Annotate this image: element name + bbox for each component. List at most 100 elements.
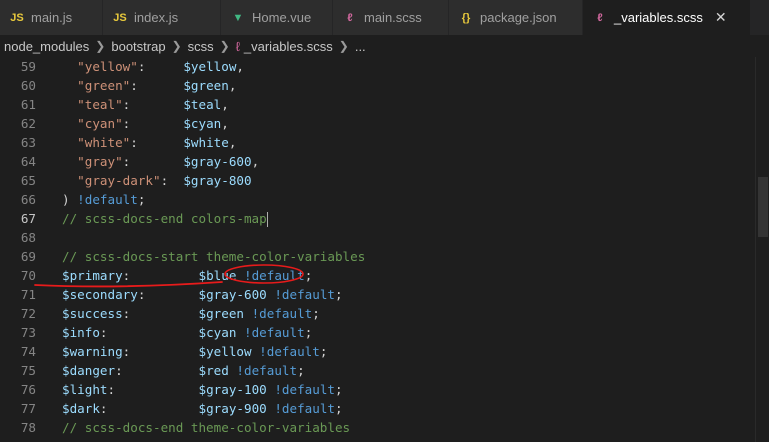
code-line[interactable]: 65 "gray-dark": $gray-800	[0, 171, 769, 190]
code-line[interactable]: 67 // scss-docs-end colors-map	[0, 209, 769, 228]
tab-main-scss[interactable]: ℓ main.scss	[333, 0, 449, 35]
tab-label: main.scss	[364, 10, 422, 25]
code-line[interactable]: 70 $primary: $blue !default;	[0, 266, 769, 285]
code-token: $warning	[62, 344, 123, 359]
close-icon[interactable]: ✕	[715, 9, 727, 26]
code-token: !default	[251, 306, 313, 321]
code-text: // scss-docs-start theme-color-variables	[62, 247, 365, 266]
code-token: :	[122, 268, 199, 283]
code-token: $gray-600	[183, 154, 252, 169]
code-line[interactable]: 62 "cyan": $cyan,	[0, 114, 769, 133]
code-text: // scss-docs-end theme-color-variables	[62, 418, 350, 437]
tab-index-js[interactable]: JS index.js	[103, 0, 221, 35]
code-text: ) !default;	[62, 190, 145, 209]
code-line[interactable]: 72 $success: $green !default;	[0, 304, 769, 323]
sass-icon: ℓ	[597, 11, 603, 24]
vertical-scrollbar[interactable]	[755, 57, 769, 442]
code-line[interactable]: 69 // scss-docs-start theme-color-variabl…	[0, 247, 769, 266]
code-token: !default	[236, 363, 298, 378]
code-text: "teal": $teal,	[62, 95, 229, 114]
code-line[interactable]: 77 $dark: $gray-900 !default;	[0, 399, 769, 418]
vue-icon: ▼	[232, 11, 244, 24]
code-line[interactable]: 61 "teal": $teal,	[0, 95, 769, 114]
line-number: 64	[20, 154, 36, 169]
tab-bar: JS main.js JS index.js ▼ Home.vue ℓ main.scss {}…	[0, 0, 769, 35]
code-token: $light	[62, 382, 108, 397]
code-line[interactable]: 68	[0, 228, 769, 247]
code-token: $gray-800	[183, 173, 252, 188]
scrollbar-thumb[interactable]	[758, 177, 768, 237]
code-line[interactable]: 63 "white": $white,	[0, 133, 769, 152]
code-token: "white"	[62, 135, 131, 150]
code-text: $info: $cyan !default;	[62, 323, 312, 342]
tab-main-js[interactable]: JS main.js	[0, 0, 103, 35]
chevron-right-icon: ❯	[219, 39, 230, 53]
json-icon: {}	[461, 11, 471, 24]
code-token: $yellow	[183, 59, 237, 74]
chevron-right-icon: ❯	[95, 39, 106, 53]
code-token: ,	[228, 135, 237, 150]
breadcrumb: node_modules ❯ bootstrap ❯ scss ❯ ℓ _var…	[0, 35, 769, 57]
line-number: 67	[20, 211, 36, 226]
code-token: $blue	[198, 268, 237, 283]
line-number: 68	[20, 230, 36, 245]
code-editor[interactable]: 78 // scss-docs-end theme-color-variables…	[0, 57, 769, 442]
code-text: $dark: $gray-900 !default;	[62, 399, 343, 418]
code-text: $primary: $blue !default;	[62, 266, 312, 285]
code-token: "gray-dark"	[62, 173, 161, 188]
line-number: 73	[20, 325, 36, 340]
line-number: 75	[20, 363, 36, 378]
code-token: ,	[221, 97, 229, 112]
code-line[interactable]: 74 $warning: $yellow !default;	[0, 342, 769, 361]
code-line[interactable]: 73 $info: $cyan !default;	[0, 323, 769, 342]
code-line[interactable]: 66) !default;	[0, 190, 769, 209]
line-number: 72	[20, 306, 36, 321]
code-line[interactable]: 76 $light: $gray-100 !default;	[0, 380, 769, 399]
code-line[interactable]: 59 "yellow": $yellow,	[0, 57, 769, 76]
code-text: // scss-docs-end colors-map	[62, 209, 268, 228]
tab-label: index.js	[134, 10, 179, 25]
code-token: :	[130, 78, 184, 93]
tab--variables-scss[interactable]: ℓ _variables.scss ✕	[583, 0, 751, 35]
tab-package-json[interactable]: {} package.json	[449, 0, 583, 35]
tab-label: package.json	[480, 10, 557, 25]
code-line[interactable]: 75 $danger: $red !default;	[0, 361, 769, 380]
code-line[interactable]: 60 "green": $green,	[0, 76, 769, 95]
code-token: :	[122, 97, 184, 112]
code-text: "cyan": $cyan,	[62, 114, 229, 133]
code-line[interactable]: 64 "gray": $gray-600,	[0, 152, 769, 171]
chevron-right-icon: ❯	[171, 39, 182, 53]
code-token: !default	[274, 382, 336, 397]
code-token: $green	[198, 306, 245, 321]
line-number: 78	[20, 420, 36, 435]
tab-label: main.js	[31, 10, 73, 25]
breadcrumb-item-scss[interactable]: scss	[188, 39, 214, 54]
code-text: $danger: $red !default;	[62, 361, 305, 380]
code-token: $green	[183, 78, 229, 93]
line-number: 59	[20, 59, 36, 74]
breadcrumb-item-node-modules[interactable]: node_modules	[4, 39, 89, 54]
code-text: $secondary: $gray-600 !default;	[62, 285, 343, 304]
code-token: :	[107, 382, 199, 397]
breadcrumb-item-bootstrap[interactable]: bootstrap	[111, 39, 165, 54]
line-number: 63	[20, 135, 36, 150]
code-token: ;	[312, 306, 320, 321]
code-token: :	[122, 116, 184, 131]
code-text: $warning: $yellow !default;	[62, 342, 327, 361]
code-line[interactable]: 71 $secondary: $gray-600 !default;	[0, 285, 769, 304]
line-number: 61	[20, 97, 36, 112]
code-token: $gray-900	[198, 401, 267, 416]
code-token: $success	[62, 306, 123, 321]
code-line[interactable]: 78 // scss-docs-end theme-color-variables	[0, 418, 769, 437]
code-token: ;	[335, 401, 343, 416]
line-number: 77	[20, 401, 36, 416]
breadcrumb-item-symbols[interactable]: ...	[355, 39, 366, 54]
line-number: 60	[20, 78, 36, 93]
code-token: $cyan	[198, 325, 237, 340]
tab-home-vue[interactable]: ▼ Home.vue	[221, 0, 333, 35]
code-token: ;	[137, 192, 146, 207]
code-token: ,	[221, 116, 229, 131]
code-token: $dark	[62, 401, 100, 416]
breadcrumb-item-file[interactable]: _variables.scss	[244, 39, 333, 54]
